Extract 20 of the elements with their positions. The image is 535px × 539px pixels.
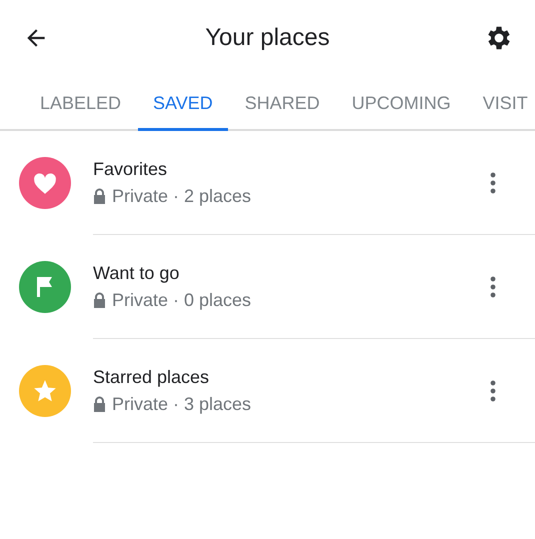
more-icon[interactable] (490, 276, 496, 298)
tab[interactable]: LABELED (25, 75, 136, 131)
tab[interactable]: UPCOMING (336, 75, 466, 131)
tab[interactable]: SHARED (230, 75, 335, 131)
more-icon[interactable] (490, 380, 496, 402)
list-subtitle: Private · 0 places (112, 290, 252, 310)
list-title[interactable]: Favorites (93, 158, 477, 180)
lock-icon (93, 396, 106, 412)
tab[interactable]: VISIT (468, 75, 535, 131)
list-title[interactable]: Starred places (93, 366, 477, 388)
list-subtitle: Private · 2 places (112, 186, 252, 206)
lock-icon (93, 188, 106, 204)
more-icon[interactable] (490, 172, 496, 194)
heart-icon (32, 171, 58, 195)
star-icon (32, 378, 58, 404)
list-subtitle: Private · 3 places (112, 394, 252, 414)
page-title: Your places (205, 24, 330, 52)
tab[interactable]: SAVED (138, 75, 228, 131)
lock-icon (93, 292, 106, 308)
list-title[interactable]: Want to go (93, 262, 477, 284)
